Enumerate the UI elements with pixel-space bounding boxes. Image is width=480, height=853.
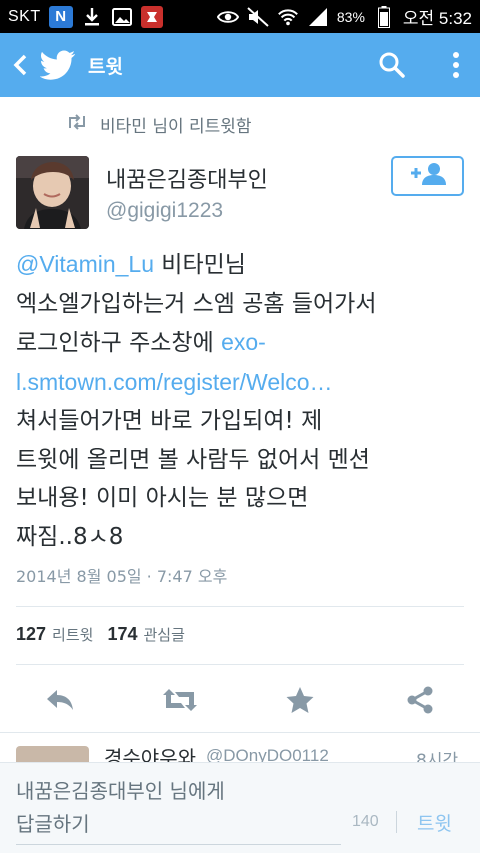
reply-placeholder-line2: 답글하기 xyxy=(16,812,90,836)
retweet-count: 127 xyxy=(16,624,47,644)
tweet-line: 엑소엘가입하는거 스엠 공홈 들어가서 xyxy=(16,285,471,324)
divider xyxy=(0,732,480,733)
tweet-line-text: 비타민님 xyxy=(154,252,246,278)
add-user-icon xyxy=(408,162,448,190)
retweet-context: 비타민 님이 리트윗함 xyxy=(66,112,252,137)
follow-button[interactable] xyxy=(391,156,464,196)
url-link[interactable]: l.smtown.com/register/Welco… xyxy=(16,369,333,395)
tweet-line-text: 로그인하구 주소창에 xyxy=(16,330,222,356)
like-stat[interactable]: 174 관심글 xyxy=(107,624,184,645)
author-name[interactable]: 내꿈은김종대부인 xyxy=(106,162,268,194)
divider xyxy=(16,606,464,607)
tweet-line: @Vitamin_Lu 비타민님 xyxy=(16,245,471,285)
twitter-bird-icon[interactable] xyxy=(38,45,78,85)
app-notification-icon xyxy=(140,5,163,28)
divider xyxy=(396,811,397,833)
signal-icon xyxy=(307,6,329,28)
tweet-line: 로그인하구 주소창에 exo- xyxy=(16,323,471,363)
retweet-stat[interactable]: 127 리트윗 xyxy=(16,624,93,645)
avatar[interactable] xyxy=(16,156,89,229)
battery-percent: 83% xyxy=(336,8,365,25)
status-bar: SKT N 83% 오전 5:32 xyxy=(0,0,480,33)
favorite-star-icon[interactable] xyxy=(280,680,320,720)
clock: 오전 5:32 xyxy=(402,9,472,28)
mute-icon xyxy=(247,6,269,28)
tweet-timestamp: 2014년 8월 05일 · 7:47 오후 xyxy=(16,567,228,586)
reply-bar: 내꿈은김종대부인 님에게 답글하기 140 트윗 xyxy=(0,762,480,853)
wifi-icon xyxy=(277,6,299,28)
retweet-icon[interactable] xyxy=(160,680,200,720)
tweet-line: 짜짐..8ㅅ8 xyxy=(16,518,471,557)
tweet-line-text: 보내용! 이미 아시는 분 많으면 xyxy=(16,485,309,511)
like-count: 174 xyxy=(107,624,138,644)
mention-link[interactable]: @Vitamin_Lu xyxy=(16,251,154,277)
tweet-actions xyxy=(0,676,480,724)
tweet-line: l.smtown.com/register/Welco… xyxy=(16,363,471,403)
like-label: 관심글 xyxy=(143,626,185,644)
download-icon xyxy=(81,6,103,28)
carrier-label: SKT xyxy=(8,7,41,25)
tweet-line: 보내용! 이미 아시는 분 많으면 xyxy=(16,479,471,518)
char-counter: 140 xyxy=(352,813,379,830)
gallery-icon xyxy=(111,6,133,28)
retweet-context-label: 비타민 님이 리트윗함 xyxy=(100,117,252,137)
tweet-line: 쳐서들어가면 바로 가입되여! 제 xyxy=(16,402,471,441)
share-icon[interactable] xyxy=(400,680,440,720)
tweet-line-text: 쳐서들어가면 바로 가입되여! 제 xyxy=(16,408,323,434)
battery-icon xyxy=(373,5,395,28)
tweet-stats: 127 리트윗 174 관심글 xyxy=(16,624,185,645)
eye-icon xyxy=(216,6,239,28)
more-vert-icon[interactable] xyxy=(438,47,474,83)
n-notification-icon: N xyxy=(48,5,73,28)
retweet-small-icon xyxy=(66,114,88,135)
divider xyxy=(16,664,464,665)
reply-icon[interactable] xyxy=(40,680,80,720)
tweet-line-text: 엑소엘가입하는거 스엠 공홈 들어가서 xyxy=(16,290,377,317)
search-icon[interactable] xyxy=(374,47,410,83)
tweet-line: 트윗에 올리면 볼 사람두 없어서 멘션 xyxy=(16,441,471,480)
retweet-label: 리트윗 xyxy=(52,626,94,644)
tweet-line-text: 트윗에 올리면 볼 사람두 없어서 멘션 xyxy=(16,446,370,473)
back-arrow-icon[interactable] xyxy=(2,33,38,97)
author-handle[interactable]: @gigigi1223 xyxy=(106,199,223,223)
app-bar: 트윗 xyxy=(0,33,480,97)
tweet-send-button[interactable]: 트윗 xyxy=(417,809,452,836)
url-link[interactable]: exo- xyxy=(221,329,266,355)
reply-placeholder-line1: 내꿈은김종대부인 님에게 xyxy=(16,779,225,803)
page-title: 트윗 xyxy=(88,55,123,78)
tweet-text: @Vitamin_Lu 비타민님 엑소엘가입하는거 스엠 공홈 들어가서 로그인… xyxy=(16,245,471,556)
reply-input[interactable]: 내꿈은김종대부인 님에게 답글하기 xyxy=(16,775,341,845)
tweet-line-text: 짜짐..8ㅅ8 xyxy=(16,523,124,550)
